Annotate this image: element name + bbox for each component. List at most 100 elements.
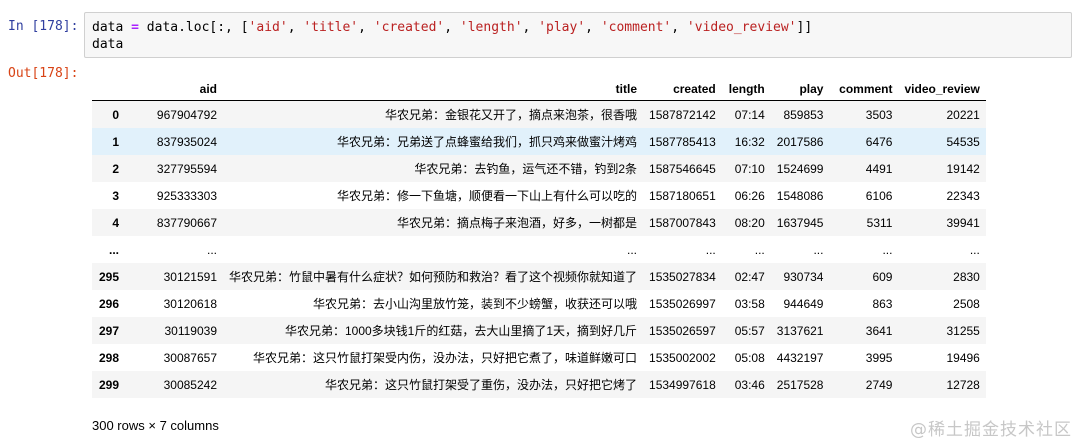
row-index: ... xyxy=(108,242,119,257)
table-row: 0 967904792 华农兄弟：金银花又开了，摘点来泡茶，很香哦 158787214… xyxy=(92,100,986,128)
table-row: 296 30120618 华农兄弟：去小山沟里放竹笼，装到不少螃蟹，收获还可以哦 15… xyxy=(92,290,986,317)
code-line-1: data = data.loc[:, ['aid', 'title', 'cre… xyxy=(92,20,813,35)
cell-length: 05:57 xyxy=(721,317,771,344)
cell-aid: 837935024 xyxy=(125,128,223,155)
cell-created: 1535027834 xyxy=(643,263,722,290)
code-string: 'video_review' xyxy=(686,20,797,35)
row-index: 0 xyxy=(92,100,125,128)
dataframe-summary: 300 rows × 7 columns xyxy=(92,418,219,433)
code-string: 'play' xyxy=(538,20,586,35)
cell-play: 930734 xyxy=(770,263,830,290)
cell-title: 华农兄弟：金银花又开了，摘点来泡茶，很香哦 xyxy=(223,100,644,128)
input-prompt: In [178]: xyxy=(8,19,79,34)
cell-title: 华农兄弟：去钓鱼，运气还不错，钓到2条 xyxy=(223,155,644,182)
cell-title: ... xyxy=(627,242,638,257)
cell-title: 华农兄弟：摘点梅子来泡酒，好多，一树都是 xyxy=(223,209,644,236)
cell-comment: 5311 xyxy=(829,209,899,236)
dataframe-table: aid title created length play comment vi… xyxy=(92,78,986,398)
cell-created: 1587007843 xyxy=(643,209,722,236)
cell-comment: 4491 xyxy=(829,155,899,182)
cell-comment: 3995 xyxy=(865,350,893,365)
cell-created: 1535026597 xyxy=(643,317,722,344)
code-string: 'title' xyxy=(303,20,359,35)
cell-length: 02:47 xyxy=(721,263,771,290)
cell-comment: 6476 xyxy=(829,128,899,155)
code-string: 'comment' xyxy=(600,20,672,35)
row-index: 1 xyxy=(92,128,125,155)
cell-aid: 30087657 xyxy=(163,350,217,365)
cell-length: 16:32 xyxy=(721,128,771,155)
cell-comment: 3503 xyxy=(829,100,899,128)
table-row: 4 837790667 华农兄弟：摘点梅子来泡酒，好多，一树都是 1587007843… xyxy=(92,209,986,236)
row-index: 297 xyxy=(92,317,125,344)
cell-created: 1535002002 xyxy=(649,350,716,365)
table-row: ........................ xyxy=(92,236,986,263)
cell-title: 华农兄弟：竹鼠中暑有什么症状？如何预防和救治？看了这个视频你就知道了 xyxy=(223,263,644,290)
code-operator: = xyxy=(131,20,139,35)
row-index: 298 xyxy=(98,350,119,365)
cell-play: 1524699 xyxy=(770,155,830,182)
cell-play: 1548086 xyxy=(776,188,824,203)
notebook-page: In [178]: data = data.loc[:, ['aid', 'ti… xyxy=(0,0,1080,442)
cell-length: ... xyxy=(754,242,765,257)
cell-comment: 3641 xyxy=(829,317,899,344)
cell-comment: 2749 xyxy=(829,371,899,398)
code-string: 'length' xyxy=(459,20,523,35)
cell-aid: 30120618 xyxy=(163,296,217,311)
cell-play: 3137621 xyxy=(770,317,830,344)
table-row: 295 30121591 华农兄弟：竹鼠中暑有什么症状？如何预防和救治？看了这个视频… xyxy=(92,263,986,290)
cell-length: 06:26 xyxy=(734,188,765,203)
code-editor[interactable]: data = data.loc[:, ['aid', 'title', 'cre… xyxy=(84,12,1072,58)
cell-aid: 30085242 xyxy=(125,371,223,398)
cell-title: 华农兄弟：1000多块钱1斤的红菇，去大山里摘了1天，摘到好几斤 xyxy=(223,317,644,344)
cell-play: 2517528 xyxy=(770,371,830,398)
table-row: 3 925333303 华农兄弟：修一下鱼塘，顺便看一下山上有什么可以吃的 15871… xyxy=(92,182,986,209)
cell-title: 华农兄弟：修一下鱼塘，顺便看一下山上有什么可以吃的 xyxy=(337,189,638,203)
cell-video-review: 54535 xyxy=(898,128,986,155)
cell-length: 08:20 xyxy=(721,209,771,236)
cell-comment: 6106 xyxy=(865,188,893,203)
cell-video-review: 20221 xyxy=(898,100,986,128)
row-index: 299 xyxy=(92,371,125,398)
cell-play: 944649 xyxy=(783,296,824,311)
code-expression-end: ]] xyxy=(796,20,813,35)
row-index: 295 xyxy=(92,263,125,290)
column-header-play: play xyxy=(770,78,830,101)
cell-created: ... xyxy=(705,242,716,257)
code-line-2: data xyxy=(92,37,124,52)
cell-created: 1534997618 xyxy=(643,371,722,398)
cell-video-review: 2830 xyxy=(898,263,986,290)
cell-aid: 30121591 xyxy=(125,263,223,290)
code-variable: data xyxy=(92,20,132,35)
cell-created: 1587785413 xyxy=(643,128,722,155)
cell-play: ... xyxy=(813,242,824,257)
index-header xyxy=(92,78,125,101)
cell-length: 07:14 xyxy=(721,100,771,128)
code-string: 'created' xyxy=(373,20,445,35)
cell-play: 1637945 xyxy=(770,209,830,236)
cell-title: 华农兄弟：兄弟送了点蜂蜜给我们，抓只鸡来做蜜汁烤鸡 xyxy=(223,128,644,155)
column-header-title: title xyxy=(223,78,644,101)
cell-length: 03:46 xyxy=(721,371,771,398)
row-index: 296 xyxy=(98,296,119,311)
table-row: 298 30087657 华农兄弟：这只竹鼠打架受内伤，没办法，只好把它煮了，味道鲜… xyxy=(92,344,986,371)
row-index: 2 xyxy=(92,155,125,182)
cell-title: 华农兄弟：这只竹鼠打架受内伤，没办法，只好把它煮了，味道鲜嫩可口 xyxy=(253,351,638,365)
cell-created: 1587546645 xyxy=(643,155,722,182)
cell-video-review: ... xyxy=(969,242,980,257)
cell-length: 05:08 xyxy=(734,350,765,365)
column-header-video-review: video_review xyxy=(898,78,986,101)
cell-created: 1587872142 xyxy=(643,100,722,128)
cell-video-review: 31255 xyxy=(898,317,986,344)
cell-play: 2017586 xyxy=(770,128,830,155)
cell-video-review: 2508 xyxy=(953,296,980,311)
table-row: 299 30085242 华农兄弟：这只竹鼠打架受了重伤，没办法，只好把它烤了 153… xyxy=(92,371,986,398)
cell-aid: ... xyxy=(206,242,217,257)
cell-video-review: 12728 xyxy=(898,371,986,398)
column-header-created: created xyxy=(643,78,722,101)
cell-aid: 967904792 xyxy=(125,100,223,128)
table-row: 297 30119039 华农兄弟：1000多块钱1斤的红菇，去大山里摘了1天，摘到… xyxy=(92,317,986,344)
watermark: @稀土掘金技术社区 xyxy=(910,420,1072,440)
cell-created: 1587180651 xyxy=(649,188,716,203)
cell-length: 03:58 xyxy=(734,296,765,311)
